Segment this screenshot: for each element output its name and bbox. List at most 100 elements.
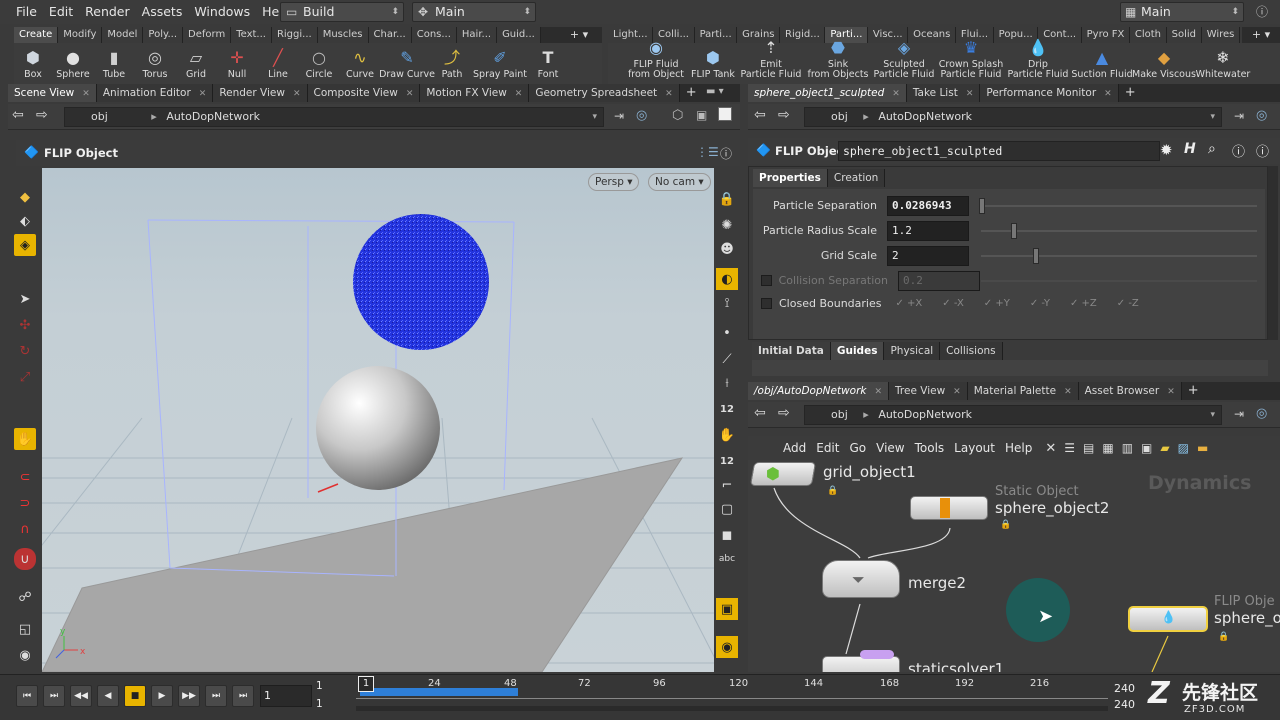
particle-radius-scale-field[interactable]: 1.2 <box>887 220 969 241</box>
menu-windows[interactable]: Windows <box>188 0 256 24</box>
hand-icon[interactable]: ✋ <box>716 424 738 446</box>
step-back-button[interactable]: ◀◀ <box>70 685 92 707</box>
light-bulb-icon[interactable]: ◉ <box>716 636 738 658</box>
table-icon[interactable]: ▤ <box>1083 441 1094 455</box>
path-root[interactable]: obj <box>65 110 108 123</box>
tab-scene-view[interactable]: Scene View ✕ <box>8 84 97 102</box>
tab-params[interactable]: sphere_object1_sculpted ✕ <box>748 84 907 102</box>
window-icon[interactable]: ▣ <box>1141 441 1152 455</box>
number-icon-2[interactable]: 12 <box>716 450 738 472</box>
normal-icon[interactable]: ⟋ <box>716 348 738 370</box>
note-icon[interactable]: ▰ <box>1160 441 1169 455</box>
move-icon[interactable]: ⬖ <box>14 210 36 232</box>
translate-icon[interactable]: ✣ <box>14 314 36 336</box>
tool-sphere[interactable]: ● Sphere <box>52 43 94 84</box>
shelf-tab-hair[interactable]: Hair... <box>456 27 498 43</box>
add-tab-button[interactable]: + <box>1118 84 1142 102</box>
tab-initial-data[interactable]: Initial Data <box>752 342 831 360</box>
tab-performance-monitor[interactable]: Performance Monitor ✕ <box>980 84 1119 102</box>
link-icon[interactable]: ◎ <box>1256 108 1267 123</box>
tool-tube[interactable]: ▮ Tube <box>94 43 134 84</box>
point-icon[interactable]: • <box>716 322 738 344</box>
folder-icon[interactable]: ▬ <box>1197 441 1208 455</box>
list-icon[interactable]: ☰ <box>1064 441 1075 455</box>
tool-torus[interactable]: ◎ Torus <box>134 43 176 84</box>
tab-animation-editor[interactable]: Animation Editor ✕ <box>96 84 214 102</box>
playhead[interactable]: 1 <box>358 676 374 692</box>
shelf-tab-muscles[interactable]: Muscles <box>317 27 369 43</box>
magnet-icon-3[interactable]: ∩ <box>14 518 36 540</box>
step-key-back-button[interactable]: ⏭ <box>43 685 65 707</box>
rotate-icon[interactable]: ↻ <box>14 340 36 362</box>
render-icon[interactable]: ◉ <box>14 644 36 666</box>
viewport[interactable]: xy Persp ▾ No cam ▾ <box>42 168 714 672</box>
wrench-icon[interactable]: ✕ <box>1045 441 1056 456</box>
shelf-tab-char[interactable]: Char... <box>368 27 412 43</box>
tool-spray-paint[interactable]: ✐ Spray Paint <box>470 43 530 84</box>
ghost-icon[interactable]: ☻ <box>716 238 738 260</box>
tab-render-view[interactable]: Render View ✕ <box>213 84 308 102</box>
closed-boundaries-checkbox[interactable] <box>761 298 772 309</box>
desktop-combo[interactable]: ▭ Build ⬍ <box>280 2 404 22</box>
tool-emit-particle-fluid[interactable]: ⇡ Emit Particle Fluid <box>738 38 804 84</box>
net-menu-help[interactable]: Help <box>1000 441 1037 455</box>
display-option-icon[interactable] <box>718 107 732 121</box>
tab-physical[interactable]: Physical <box>884 342 941 360</box>
tab-asset-browser[interactable]: Asset Browser ✕ <box>1078 382 1182 400</box>
tab-material-palette[interactable]: Material Palette ✕ <box>967 382 1079 400</box>
grid-view-icon[interactable]: ▦ <box>1102 441 1113 455</box>
back-arrow-icon[interactable]: ⇦ <box>754 405 766 421</box>
help-icon[interactable]: ⓘ <box>720 145 732 162</box>
tool-curve[interactable]: ∿ Curve <box>340 43 380 84</box>
snapshot-icon[interactable]: ▣ <box>696 108 707 122</box>
light-icon[interactable]: ✺ <box>716 214 738 236</box>
tree-icon[interactable]: ⋮☰ <box>696 145 719 159</box>
tool-drip-particle-fluid[interactable]: 💧 Drip Particle Fluid <box>1006 38 1070 84</box>
tile-icon[interactable]: ▥ <box>1122 441 1133 455</box>
pin-icon[interactable]: ⇥ <box>1234 109 1244 123</box>
menu-assets[interactable]: Assets <box>136 0 189 24</box>
node-grid-object1[interactable] <box>749 462 817 486</box>
tool-crown-splash[interactable]: ♛ Crown Splash Particle Fluid <box>936 38 1006 84</box>
link-icon[interactable]: ◎ <box>1256 406 1267 421</box>
view-icon[interactable]: ☍ <box>14 586 36 608</box>
tab-guides[interactable]: Guides <box>830 342 885 360</box>
tool-line[interactable]: ╱ Line <box>258 43 298 84</box>
net-menu-edit[interactable]: Edit <box>811 441 844 455</box>
wire-icon[interactable]: ⟟ <box>716 292 738 314</box>
h-icon[interactable]: H <box>1184 141 1196 157</box>
network-combo[interactable]: ✥ Main ⬍ <box>412 2 536 22</box>
pin-icon[interactable]: ⇥ <box>1234 407 1244 421</box>
play-reverse-button[interactable]: ◀ <box>97 685 119 707</box>
link-icon[interactable]: ◎ <box>636 108 647 123</box>
fluid-sphere[interactable] <box>353 214 489 350</box>
shelf-tab-guide[interactable]: Guid... <box>497 27 541 43</box>
shelf-tab-model[interactable]: Model <box>102 27 144 43</box>
collision-separation-field[interactable]: 0.2 <box>898 270 980 291</box>
play-button[interactable]: ▶ <box>151 685 173 707</box>
cube-icon[interactable]: ⬡ <box>672 108 683 123</box>
particle-separation-slider[interactable] <box>981 205 1257 207</box>
tab-properties[interactable]: Properties <box>753 169 828 187</box>
shelf-tab-lights[interactable]: Light... <box>608 27 654 43</box>
back-arrow-icon[interactable]: ⇦ <box>12 107 24 123</box>
path-network[interactable]: AutoDopNetwork <box>166 110 260 123</box>
magnet-icon[interactable]: ⊂ <box>14 466 36 488</box>
shelf-tab-poly[interactable]: Poly... <box>143 27 184 43</box>
camera-icon[interactable]: ◱ <box>14 618 36 640</box>
grid-scale-field[interactable]: 2 <box>887 245 969 266</box>
axis-nz[interactable]: ✓ -Z <box>1117 298 1139 309</box>
shelf-tab-modify[interactable]: Modify <box>58 27 103 43</box>
shelf-tab-rigid[interactable]: Rigid... <box>780 27 826 43</box>
stop-icon[interactable]: ◼ <box>716 524 738 546</box>
tool-grid[interactable]: ▱ Grid <box>176 43 216 84</box>
shelf-add-tab-button[interactable]: + ▾ <box>556 27 602 43</box>
shelf-tab-create[interactable]: Create <box>14 27 59 43</box>
tab-motion-fx-view[interactable]: Motion FX View ✕ <box>420 84 530 102</box>
network-editor[interactable]: Dynamics ⬢ grid_object1 🔒 Static Object … <box>748 460 1280 672</box>
gear-icon[interactable]: ✹ <box>1160 141 1173 159</box>
path-field[interactable]: obj ▸ AutoDopNetwork ▾ <box>64 107 604 127</box>
select-icon[interactable]: ◆ <box>14 186 36 208</box>
help-icon[interactable]: ⓘ <box>1256 141 1269 160</box>
tool-sculpted-particle-fluid[interactable]: ◈ Sculpted Particle Fluid <box>872 38 936 84</box>
